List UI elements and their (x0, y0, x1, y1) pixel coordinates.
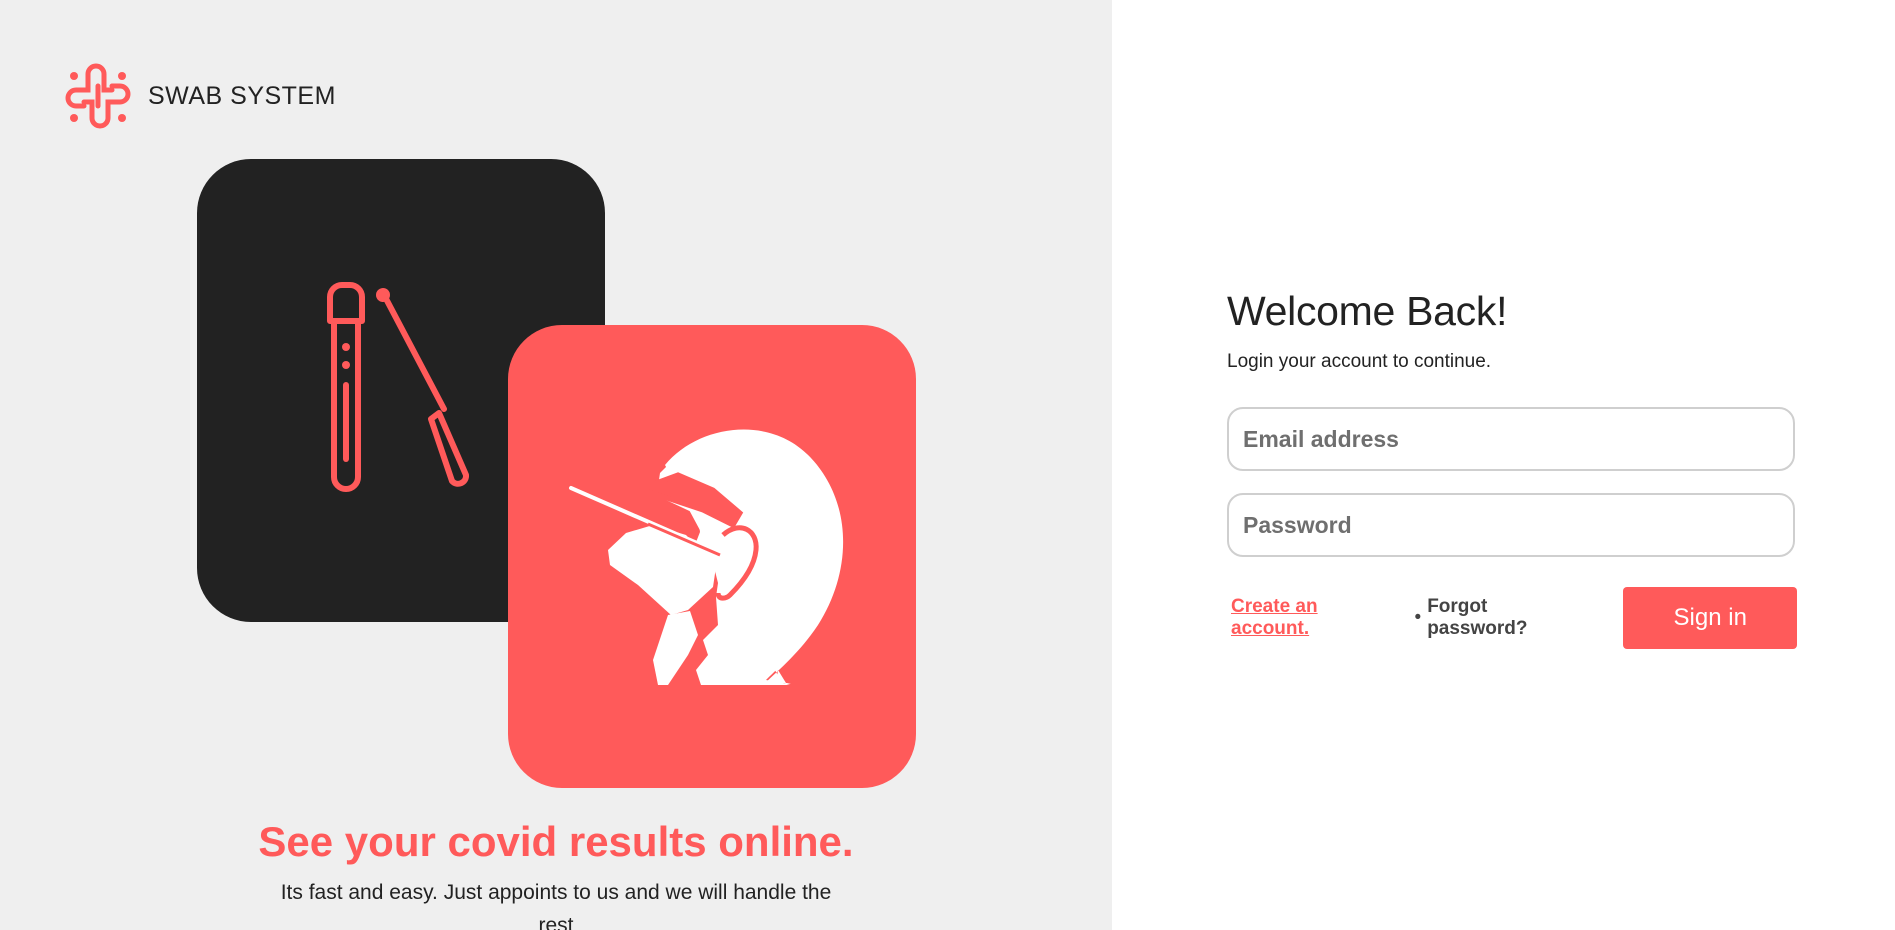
medical-cross-icon (65, 63, 131, 129)
hero-subtext: Its fast and easy. Just appoints to us a… (280, 881, 832, 930)
sign-in-button[interactable]: Sign in (1623, 587, 1797, 649)
login-form: Welcome Back! Login your account to cont… (1227, 288, 1797, 649)
email-field[interactable] (1227, 407, 1795, 471)
hero-panel: SWAB SYSTEM See your covid results onlin… (0, 0, 1112, 930)
login-page: SWAB SYSTEM See your covid results onlin… (0, 0, 1895, 930)
login-title: Welcome Back! (1227, 288, 1508, 334)
brand-name: SWAB SYSTEM (148, 81, 336, 110)
create-account-link[interactable]: Create an account. (1231, 596, 1401, 640)
brand[interactable]: SWAB SYSTEM (62, 60, 336, 132)
nasal-swab-card (508, 325, 916, 788)
nasal-swab-test-icon (569, 429, 844, 685)
login-subtitle: Login your account to continue. (1227, 351, 1492, 372)
login-panel: Welcome Back! Login your account to cont… (1112, 0, 1895, 930)
hero-tagline: See your covid results online. (258, 818, 854, 865)
login-actions: Create an account. • Forgot password? Si… (1227, 587, 1797, 649)
password-field[interactable] (1227, 493, 1795, 557)
forgot-password-link[interactable]: Forgot password? (1427, 596, 1592, 640)
separator-dot: • (1414, 607, 1422, 628)
